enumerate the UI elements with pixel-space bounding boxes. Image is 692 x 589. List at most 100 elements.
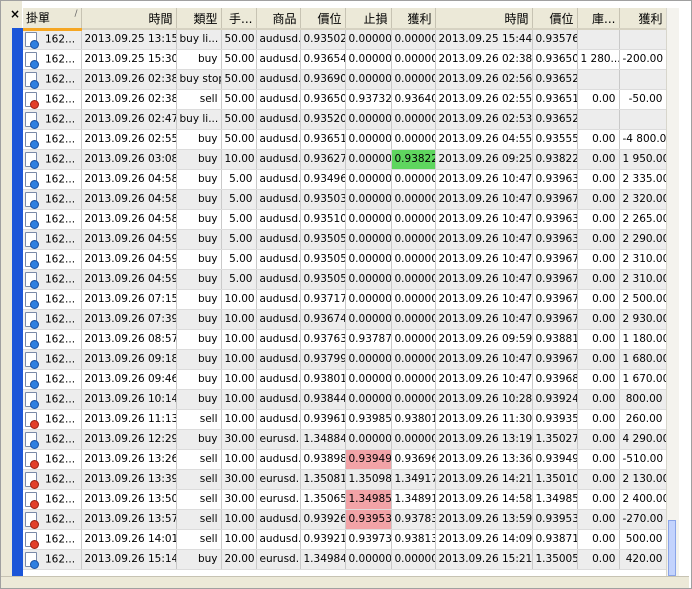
ticket-sell-icon <box>25 411 39 428</box>
cell-size: 50.00 <box>221 49 257 70</box>
cell-sl: 0.93949 <box>345 449 392 470</box>
column-header-type[interactable]: 類型 <box>176 8 222 30</box>
cell-sl: 0.00000 <box>345 369 392 390</box>
cell-ticket: 162... <box>23 169 82 190</box>
cell-type: buy <box>176 369 222 390</box>
table-row[interactable]: 162... 2013.09.26 02:55 buy 50.00 audusd. 0.9… <box>23 129 666 150</box>
column-header-size[interactable]: 手... <box>221 8 257 30</box>
table-row[interactable]: 162... 2013.09.26 11:13 sell 10.00 audusd. 0.… <box>23 409 666 430</box>
table-row[interactable]: 162... 2013.09.26 09:46 buy 10.00 audusd. 0.9… <box>23 369 666 390</box>
cell-open-time: 2013.09.26 02:38 <box>81 69 177 90</box>
table-row[interactable]: 162... 2013.09.26 07:15 buy 10.00 audusd. 0.9… <box>23 289 666 310</box>
cell-close-time: 2013.09.26 02:56 <box>435 69 533 90</box>
table-row[interactable]: 162... 2013.09.26 04:58 buy 5.00 audusd. 0.93… <box>23 169 666 190</box>
cell-open-price: 0.93505 <box>300 249 346 270</box>
table-row[interactable]: 162... 2013.09.26 12:29 buy 30.00 eurusd. 1.3… <box>23 429 666 450</box>
column-header-profit[interactable]: 獲利 <box>619 8 666 30</box>
cell-close-time: 2013.09.26 10:47 <box>435 369 533 390</box>
cell-profit: 4 290.00 <box>619 429 666 450</box>
cell-tp: 0.00000 <box>391 369 436 390</box>
cell-profit: 2 500.00 <box>619 289 666 310</box>
table-row[interactable]: 162... 2013.09.26 04:59 buy 5.00 audusd. 0.93… <box>23 269 666 290</box>
close-icon[interactable]: × <box>9 8 21 20</box>
column-header-close-price[interactable]: 價位 <box>532 8 578 30</box>
column-header-sl[interactable]: 止損 <box>345 8 392 30</box>
cell-open-time: 2013.09.26 04:58 <box>81 189 177 210</box>
table-row[interactable]: 162... 2013.09.26 02:38 buy stop 50.00 audus… <box>23 69 666 90</box>
table-row[interactable]: 162... 2013.09.26 07:39 buy 10.00 audusd. 0.9… <box>23 309 666 330</box>
column-header-close-time[interactable]: 時間 <box>435 8 533 30</box>
cell-type: buy <box>176 289 222 310</box>
table-row[interactable]: 162... 2013.09.26 04:58 buy 5.00 audusd. 0.93… <box>23 189 666 210</box>
cell-profit: 1 180.00 <box>619 329 666 350</box>
table-row[interactable]: 162... 2013.09.25 15:30 buy 50.00 audusd. 0.9… <box>23 49 666 70</box>
cell-swap: 0.00 <box>577 509 620 530</box>
table-row[interactable]: 162... 2013.09.26 02:38 sell 50.00 audusd. 0.… <box>23 89 666 110</box>
cell-swap: 0.00 <box>577 549 620 570</box>
column-header-ticket[interactable]: 掛單 / <box>23 8 82 31</box>
cell-profit: -200.00 <box>619 49 666 70</box>
table-row[interactable]: 162... 2013.09.26 13:26 sell 10.00 audusd. 0.… <box>23 449 666 470</box>
table-row[interactable]: 162... 2013.09.26 04:58 buy 5.00 audusd. 0.93… <box>23 209 666 230</box>
cell-close-time: 2013.09.26 10:28 <box>435 389 533 410</box>
ticket-sell-icon <box>25 511 39 528</box>
table-row[interactable]: 162... 2013.09.26 15:14 buy 20.00 eurusd. 1.3… <box>23 549 666 570</box>
column-header-open-time[interactable]: 時間 <box>81 8 177 30</box>
table-row[interactable]: 162... 2013.09.26 08:57 buy 10.00 audusd. 0.9… <box>23 329 666 350</box>
cell-size: 10.00 <box>221 149 257 170</box>
cell-type: sell <box>176 489 222 510</box>
table-row[interactable]: 162... 2013.09.26 09:18 buy 10.00 audusd. 0.9… <box>23 349 666 370</box>
cell-symbol: audusd. <box>256 169 301 190</box>
cell-swap: 0.00 <box>577 229 620 250</box>
cell-type: sell <box>176 409 222 430</box>
cell-open-time: 2013.09.26 08:57 <box>81 329 177 350</box>
column-header-tp[interactable]: 獲利 <box>391 8 436 30</box>
cell-open-time: 2013.09.26 13:26 <box>81 449 177 470</box>
cell-size: 50.00 <box>221 69 257 90</box>
cell-tp: 0.00000 <box>391 269 436 290</box>
table-row[interactable]: 162... 2013.09.26 04:59 buy 5.00 audusd. 0.93… <box>23 229 666 250</box>
cell-symbol: audusd. <box>256 209 301 230</box>
cell-tp: 0.00000 <box>391 229 436 250</box>
column-header-symbol[interactable]: 商品 <box>256 8 301 30</box>
ticket-number: 162... <box>45 373 76 385</box>
cell-sl: 0.00000 <box>345 49 392 70</box>
cell-tp: 0.93813 <box>391 529 436 550</box>
cell-type: buy li... <box>176 29 222 50</box>
table-row[interactable]: 162... 2013.09.26 10:14 buy 10.00 audusd. 0.9… <box>23 389 666 410</box>
cell-size: 10.00 <box>221 449 257 470</box>
ticket-number: 162... <box>45 533 76 545</box>
table-row[interactable]: 162... 2013.09.25 13:15 buy li... 50.00 audu… <box>23 29 666 50</box>
cell-type: sell <box>176 509 222 530</box>
cell-sl: 1.34985 <box>345 489 392 510</box>
cell-symbol: audusd. <box>256 129 301 150</box>
vertical-scrollbar[interactable] <box>666 8 679 576</box>
cell-size: 20.00 <box>221 549 257 570</box>
table-row[interactable]: 162... 2013.09.26 04:59 buy 5.00 audusd. 0.93… <box>23 249 666 270</box>
table-row[interactable]: 162... 2013.09.26 13:57 sell 10.00 audusd. 0.… <box>23 509 666 530</box>
cell-type: buy stop <box>176 69 222 90</box>
ticket-number: 162... <box>45 493 76 505</box>
table-row[interactable]: 162... 2013.09.26 02:47 buy li... 50.00 audu… <box>23 109 666 130</box>
cell-close-price: 0.93967 <box>532 249 578 270</box>
table-row[interactable]: 162... 2013.09.26 14:01 sell 10.00 audusd. 0.… <box>23 529 666 550</box>
cell-close-time: 2013.09.26 09:25 <box>435 149 533 170</box>
cell-swap: 0.00 <box>577 349 620 370</box>
cell-type: buy <box>176 229 222 250</box>
column-header-open-price[interactable]: 價位 <box>300 8 346 30</box>
cell-symbol: audusd. <box>256 269 301 290</box>
cell-open-price: 0.93505 <box>300 269 346 290</box>
cell-size: 5.00 <box>221 209 257 230</box>
table-row[interactable]: 162... 2013.09.26 13:50 sell 30.00 eurusd. 1.… <box>23 489 666 510</box>
cell-tp: 0.00000 <box>391 309 436 330</box>
cell-open-price: 0.93690 <box>300 69 346 90</box>
ticket-number: 162... <box>45 33 76 46</box>
cell-tp: 0.93783 <box>391 509 436 530</box>
column-header-swap[interactable]: 庫... <box>577 8 620 30</box>
table-row[interactable]: 162... 2013.09.26 13:39 sell 30.00 eurusd. 1.… <box>23 469 666 490</box>
cell-open-time: 2013.09.26 09:18 <box>81 349 177 370</box>
cell-symbol: audusd. <box>256 349 301 370</box>
scrollbar-thumb[interactable] <box>668 520 676 576</box>
cell-sl: 0.00000 <box>345 349 392 370</box>
table-row[interactable]: 162... 2013.09.26 03:08 buy 10.00 audusd. 0.9… <box>23 149 666 170</box>
